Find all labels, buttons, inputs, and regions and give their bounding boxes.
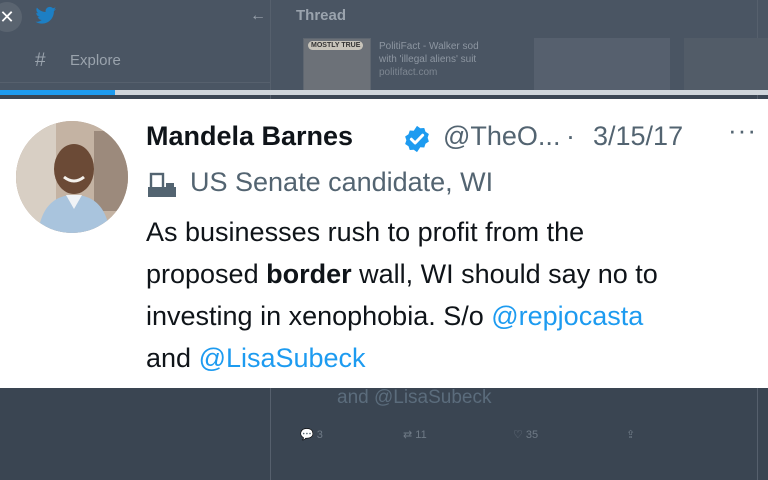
progress-track	[0, 90, 768, 95]
author-handle[interactable]: @TheO...	[443, 121, 560, 152]
tweet-card: Mandela Barnes @TheO... · 3/15/17 ··· US…	[0, 99, 768, 388]
like-action[interactable]: ♡ 35	[513, 428, 538, 441]
twitter-bird-icon[interactable]	[35, 6, 57, 26]
more-options-icon[interactable]: ···	[728, 115, 757, 146]
bold-keyword: border	[266, 259, 352, 289]
tweet-text-line-4: and @LisaSubeck	[146, 337, 768, 379]
card-stamp: MOSTLY TRUE	[308, 41, 364, 50]
tweet-actions: 💬 3 ⇄ 11 ♡ 35 ⇪	[0, 428, 768, 446]
nav-explore[interactable]: Explore	[70, 52, 121, 69]
mention-link[interactable]: @LisaSubeck	[199, 343, 366, 373]
thread-title: Thread	[296, 7, 347, 24]
text-segment: proposed	[146, 259, 267, 289]
tweet-text-line-1: As businesses rush to profit from the	[146, 217, 585, 247]
tweet-text-line-2: proposed border wall, WI should say no t…	[146, 253, 768, 295]
share-icon[interactable]: ⇪	[626, 428, 635, 441]
link-card-text[interactable]: PolitiFact - Walker sod with 'illegal al…	[379, 40, 519, 79]
text-segment: investing in xenophobia. S/o	[146, 301, 492, 331]
text-segment: and	[146, 343, 199, 373]
tweet-text-line-3: investing in xenophobia. S/o @repjocasta	[146, 295, 768, 337]
tweet-text: As businesses rush to profit from the pr…	[146, 211, 768, 379]
background-photo-2	[684, 38, 768, 90]
text-segment: wall, WI should say no to	[351, 259, 658, 289]
background-photo	[534, 38, 670, 90]
author-name[interactable]: Mandela Barnes	[146, 121, 353, 152]
like-count: 35	[525, 429, 539, 441]
account-label: US Senate candidate, WI	[190, 167, 494, 197]
card-title: PolitiFact - Walker sod	[379, 41, 479, 52]
reply-action[interactable]: 💬 3	[300, 428, 323, 441]
card-domain: politifact.com	[379, 67, 438, 78]
tweet-date[interactable]: 3/15/17	[593, 121, 683, 152]
hash-icon: #	[35, 50, 46, 71]
card-subtitle: with 'illegal aliens' suit	[379, 54, 477, 65]
avatar[interactable]	[16, 121, 128, 233]
separator-dot: ·	[566, 121, 575, 151]
mention-link[interactable]: @repjocasta	[491, 301, 643, 331]
background-tweet-text: and @LisaSubeck	[337, 387, 492, 408]
ballot-box-icon	[148, 172, 176, 197]
link-card-thumbnail[interactable]: MOSTLY TRUE	[303, 38, 371, 92]
sidebar-divider	[0, 82, 270, 83]
back-arrow-icon[interactable]: ←	[250, 7, 266, 25]
verified-badge-icon	[405, 125, 429, 153]
reply-count: 3	[316, 429, 323, 441]
retweet-count: 11	[415, 429, 427, 441]
retweet-action[interactable]: ⇄ 11	[403, 428, 427, 441]
progress-bar	[0, 90, 116, 95]
